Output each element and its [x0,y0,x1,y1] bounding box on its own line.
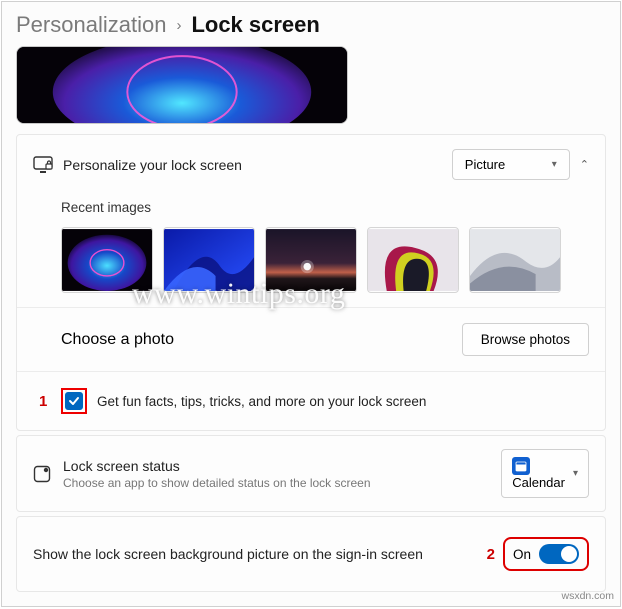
annotation-highlight-2: On [503,537,589,571]
collapse-icon[interactable]: ⌃ [580,158,589,171]
personalize-label: Personalize your lock screen [63,157,452,173]
fun-facts-row[interactable]: 1 Get fun facts, tips, tricks, and more … [17,371,605,430]
annotation-step-1: 1 [39,393,47,410]
choose-photo-label: Choose a photo [61,331,174,349]
status-app-dropdown[interactable]: Calendar ▾ [501,449,589,498]
lock-screen-status-section: Lock screen status Choose an app to show… [16,435,606,512]
chevron-down-icon: ▾ [573,468,578,479]
recent-images-block: Recent images [17,194,605,307]
recent-image-thumb[interactable] [367,227,459,293]
recent-images-list [61,227,561,293]
chevron-right-icon: › [176,17,181,34]
page-title: Lock screen [191,12,319,38]
browse-photos-button[interactable]: Browse photos [462,323,589,356]
breadcrumb-parent[interactable]: Personalization [16,12,166,38]
annotation-highlight-1 [61,388,87,414]
calendar-icon [512,457,530,475]
status-label-group: Lock screen status Choose an app to show… [63,458,501,490]
source-attribution: wsxdn.com [561,590,614,602]
toggle-state-label: On [513,547,531,562]
status-subtitle: Choose an app to show detailed status on… [63,476,501,490]
dropdown-value: Picture [465,157,505,172]
lock-screen-preview-wrap [2,46,620,132]
signin-toggle[interactable] [539,544,579,564]
recent-images-title: Recent images [61,200,561,215]
fun-facts-checkbox[interactable] [65,392,83,410]
status-app-name: Calendar [512,475,565,490]
lock-screen-preview[interactable] [16,46,348,124]
signin-picture-section: Show the lock screen background picture … [16,516,606,592]
recent-image-thumb[interactable] [265,227,357,293]
fun-facts-label: Get fun facts, tips, tricks, and more on… [97,394,426,409]
choose-photo-row: Choose a photo Browse photos [17,307,605,371]
personalize-section: Personalize your lock screen Picture ▾ ⌃… [16,134,606,431]
chevron-down-icon: ▾ [552,159,557,170]
signin-row[interactable]: Show the lock screen background picture … [17,517,605,591]
signin-label: Show the lock screen background picture … [33,546,487,562]
background-type-dropdown[interactable]: Picture ▾ [452,149,570,180]
status-title: Lock screen status [63,458,501,474]
breadcrumb: Personalization › Lock screen [2,2,620,46]
status-row[interactable]: Lock screen status Choose an app to show… [17,436,605,511]
recent-image-thumb[interactable] [163,227,255,293]
monitor-lock-icon [33,156,63,174]
settings-page: Personalization › Lock screen [1,1,621,607]
annotation-step-2: 2 [487,546,495,563]
personalize-header-row[interactable]: Personalize your lock screen Picture ▾ ⌃ [17,135,605,194]
app-slot-icon [33,465,63,483]
recent-image-thumb[interactable] [61,227,153,293]
recent-image-thumb[interactable] [469,227,561,293]
